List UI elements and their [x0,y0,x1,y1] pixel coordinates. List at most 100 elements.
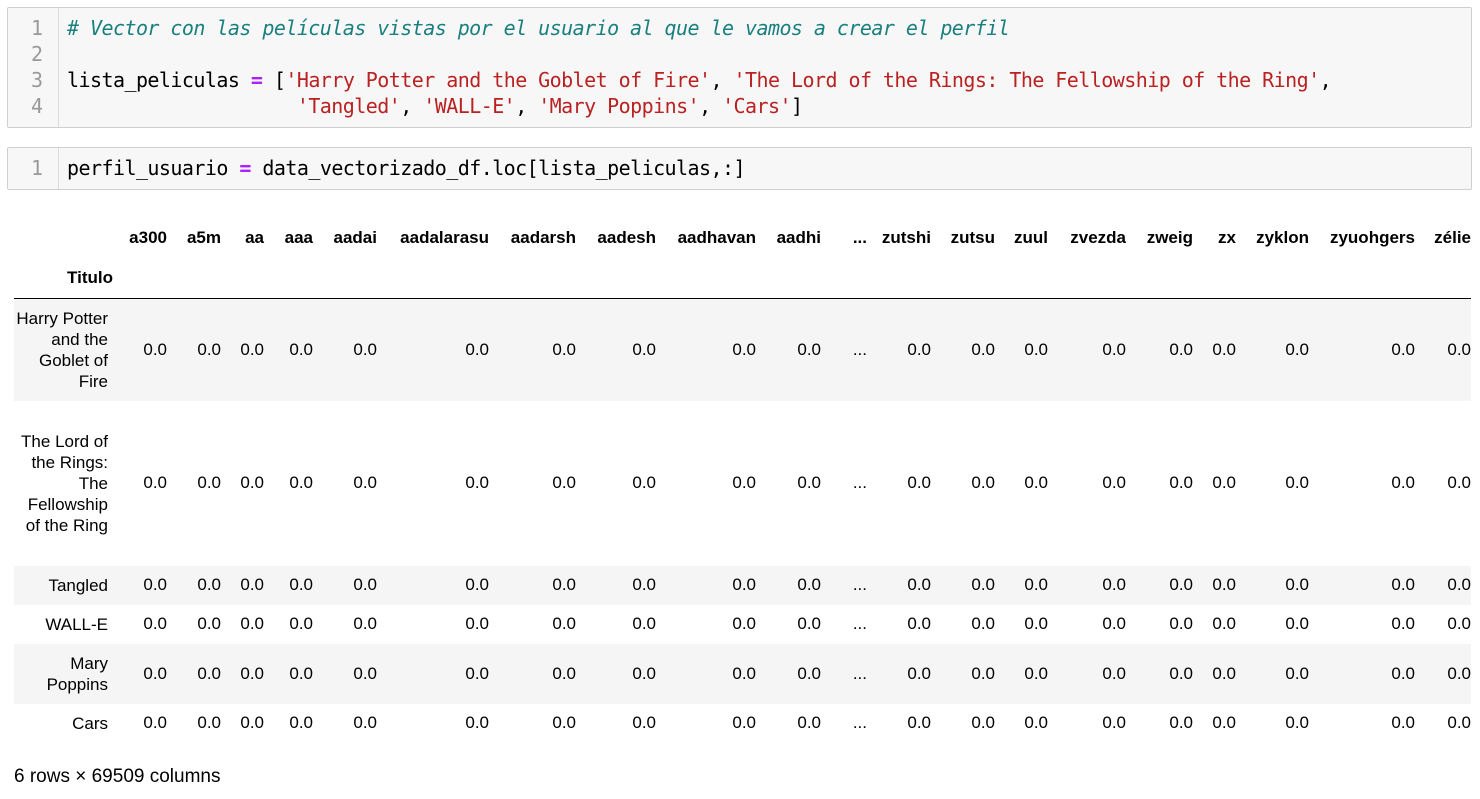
table-cell: 0.0 [732,614,756,633]
table-row: Tangled 0.0 0.0 0.0 0.0 0.0 0.0 0.0 0.0 0.0 0.0...… [14,565,1471,605]
table-cell: 0.0 [240,713,264,732]
table-cell: 0.0 [143,713,167,732]
table-cell: 0.0 [1285,575,1309,594]
table-cell: 0.0 [971,473,995,492]
table-cell: 0.0 [552,473,576,492]
table-row: Mary Poppins 0.0 0.0 0.0 0.0 0.0 0.0 0.0 0.0 0.0 0… [14,643,1471,704]
table-cell: 0.0 [1309,298,1415,401]
table-cell: 0.0 [1212,663,1236,683]
table-cell: 0.0 [1102,663,1126,683]
code-cell-2[interactable]: 1 perfil_usuario = data_vectorizado_df.l… [7,147,1472,190]
table-cell: 0.0 [1415,298,1471,401]
code-line-continuation: 'Tangled', 'WALL-E', 'Mary Poppins', 'Ca… [67,93,1471,119]
table-cell: 0.0 [1391,575,1415,594]
table-cell: 0.0 [1391,473,1415,492]
table-cell: 0.0 [167,298,221,401]
string-literal: 'Tangled' [296,94,401,118]
table-row: Cars 0.0 0.0 0.0 0.0 0.0 0.0 0.0 0.0 0.0 0.0... 0.0… [14,704,1471,743]
table-cell: 0.0 [1447,473,1471,492]
table-cell: 0.0 [756,298,821,401]
column-header: zweig [1146,228,1193,247]
table-row: The Lord of the Rings: The Fellowship of… [14,401,1471,566]
table-cell: 0.0 [732,575,756,594]
table-cell: 0.0 [1169,713,1193,732]
table-cell: 0.0 [113,298,167,401]
table-cell: 0.0 [632,473,656,492]
string-literal: 'Cars' [722,94,792,118]
table-cell: 0.0 [143,614,167,633]
table-cell: 0.0 [931,298,995,401]
table-cell: 0.0 [465,575,489,594]
line-number: 4 [30,94,43,118]
comma: , [1319,68,1332,92]
code-comment: # Vector con las películas vistas por el… [67,16,1010,40]
table-cell: 0.0 [1285,473,1309,492]
table-cell: ... [852,713,867,732]
row-label: Cars [72,713,108,733]
table-cell: 0.0 [995,298,1048,401]
table-cell: 0.0 [797,575,821,594]
table-cell: 0.0 [971,575,995,594]
table-cell: 0.0 [632,575,656,594]
table-cell: 0.0 [1212,575,1236,594]
table-cell: 0.0 [1391,713,1415,732]
table-cell: 0.0 [197,713,221,732]
table-cell: 0.0 [1024,473,1048,492]
code-cell-1[interactable]: 1 2 3 4 # Vector con las películas vista… [7,7,1472,128]
table-cell: 0.0 [1193,298,1236,401]
table-cell: 0.0 [1447,614,1471,633]
table-cell: 0.0 [797,614,821,633]
column-header: zyklon [1256,228,1309,247]
table-cell: 0.0 [552,713,576,732]
string-literal: 'The Lord of the Rings: The Fellowship o… [733,68,1321,92]
table-cell: 0.0 [907,713,931,732]
table-cell: 0.0 [552,575,576,594]
table-cell: ... [852,614,867,633]
string-literal: 'Harry Potter and the Goblet of Fire' [285,68,711,92]
column-header: aa [245,228,264,247]
table-cell: 0.0 [240,614,264,633]
row-label: The Lord of the Rings: The Fellowship of… [21,431,108,535]
column-header: zutsu [950,228,995,247]
table-cell: 0.0 [1169,663,1193,683]
comma: , [400,94,412,118]
table-cell: 0.0 [1212,473,1236,492]
table-cell: 0.0 [289,473,313,492]
column-header: zx [1218,228,1236,247]
comma: , [699,94,711,118]
line-number: 3 [30,68,43,92]
table-cell: 0.0 [1447,575,1471,594]
table-cell: 0.0 [1048,298,1126,401]
table-cell: 0.0 [1024,663,1048,683]
string-literal: 'Mary Poppins' [538,94,700,118]
shape-summary: 6 rows × 69509 columns [14,766,221,787]
code-line-assignment: lista_peliculas = ['Harry Potter and the… [67,67,1471,93]
table-cell: 0.0 [632,663,656,683]
close-bracket: ] [791,94,803,118]
table-row: Harry Potter and the Goblet of Fire 0.0 0.… [14,298,1471,401]
row-label: Tangled [48,575,108,595]
table-cell: 0.0 [1102,713,1126,732]
table-cell: 0.0 [289,575,313,594]
table-cell: 0.0 [1102,473,1126,492]
table-cell: 0.0 [907,663,931,683]
line-number-gutter: 1 2 3 4 [8,8,59,127]
table-cell: 0.0 [867,298,931,401]
table-cell: 0.0 [197,575,221,594]
table-cell: 0.0 [732,473,756,492]
line-number: 2 [30,42,43,66]
table-cell: 0.0 [1391,614,1415,633]
column-header: zélie [1434,228,1471,247]
line-number-gutter: 1 [8,148,59,189]
table-cell: ... [821,298,867,401]
table-cell: 0.0 [971,713,995,732]
table-cell: 0.0 [1212,713,1236,732]
table-cell: 0.0 [576,298,656,401]
table-cell: 0.0 [907,614,931,633]
string-literal: 'WALL-E' [423,94,516,118]
table-cell: 0.0 [353,663,377,683]
table-cell: 0.0 [552,663,576,683]
column-header: aadai [333,228,377,247]
table-cell: 0.0 [289,614,313,633]
table-cell: 0.0 [1024,575,1048,594]
